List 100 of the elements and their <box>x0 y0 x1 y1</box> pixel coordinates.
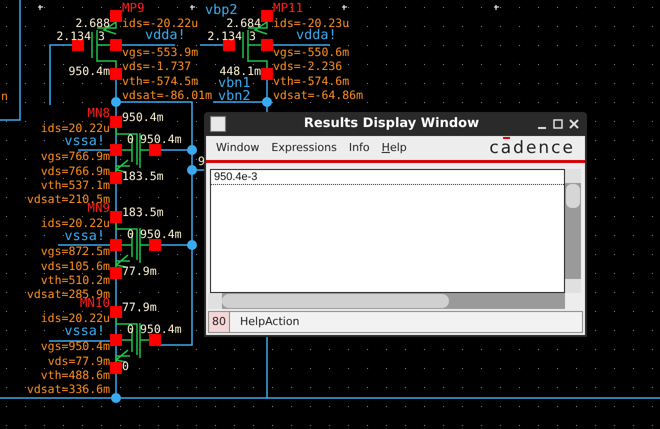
node-voltage: 950.4m <box>68 64 110 78</box>
pin-marker <box>261 10 273 22</box>
pin-marker <box>110 39 122 51</box>
scroll-thumb[interactable] <box>222 294 449 308</box>
scroll-thumb[interactable] <box>566 184 580 208</box>
operating-point-text: vdsat=336.6m <box>26 382 110 396</box>
node-voltage: 183.5m <box>122 205 164 219</box>
menu-item[interactable]: Help <box>382 140 407 156</box>
junction-dot <box>187 240 197 250</box>
junction-dot <box>111 97 121 107</box>
operating-point-text: vgs=-550.6m <box>273 45 350 59</box>
node-voltage: 0 <box>127 132 134 146</box>
operating-point-text: vth=510.2m <box>40 273 110 287</box>
pin-marker <box>149 239 161 251</box>
operating-point-text: vth=488.6m <box>40 368 110 382</box>
junction-dot <box>187 145 197 155</box>
device-name: MP11 <box>273 0 304 15</box>
pin-marker <box>110 116 122 128</box>
operating-point-text: vgs=950.4m <box>40 339 110 353</box>
operating-point-text: vgs=872.5m <box>40 244 110 258</box>
node-voltage: 183.5m <box>122 169 164 183</box>
node-voltage: 2.688 <box>75 16 110 30</box>
pin-marker <box>261 68 273 80</box>
pin-marker <box>223 39 235 51</box>
net-label: vbp2 <box>205 2 238 18</box>
supply-label: vdda! <box>145 27 186 43</box>
origin-cross-icon <box>494 4 500 10</box>
operating-point-text: vds=-1.737 <box>122 59 192 73</box>
device-name: MP9 <box>122 0 145 15</box>
node-voltage: 950.4m <box>140 132 182 146</box>
junction-dot <box>111 393 121 403</box>
vertical-scrollbar[interactable] <box>565 169 581 293</box>
device-name: MN8 <box>87 105 110 120</box>
node-voltage: 950.4m <box>122 110 164 124</box>
operating-point-text: vgs=766.9m <box>40 149 110 163</box>
node-voltage: 77.9m <box>122 264 157 278</box>
node-voltage: 950.4m <box>140 227 182 241</box>
supply-label: vssa! <box>64 228 105 244</box>
status-message: HelpAction <box>239 314 300 330</box>
origin-cross-icon <box>190 4 196 10</box>
operating-point-text: ids=-20.22u <box>122 16 198 30</box>
operating-point-text: vds=105.6m <box>40 259 110 273</box>
window-title: Results Display Window <box>302 115 480 134</box>
pin-marker <box>149 144 161 156</box>
net-label: vbn1 <box>218 75 251 91</box>
origin-cross-icon <box>342 4 348 10</box>
pin-marker <box>72 39 84 51</box>
status-code: 80 <box>209 312 230 332</box>
app-icon <box>210 116 226 132</box>
operating-point-text: ids=20.22u <box>40 311 110 325</box>
operating-point-text: ids=-20.23u <box>273 16 350 30</box>
junction-dot <box>262 97 272 107</box>
result-value[interactable]: 950.4e-3 <box>211 170 564 185</box>
operating-point-text: ids=20.22u <box>40 121 110 135</box>
operating-point-text: vgs=-553.9m <box>122 45 198 59</box>
origin-cross-icon <box>38 4 44 10</box>
operating-point-text: vdsat=-86.01m <box>122 88 212 102</box>
pin-marker <box>261 39 273 51</box>
operating-point-text: ids=20.22u <box>40 216 110 230</box>
horizontal-scrollbar[interactable] <box>208 293 565 309</box>
menu-item[interactable]: Expressions <box>271 140 337 156</box>
pin-marker <box>110 10 122 22</box>
clipped-label: n <box>1 89 8 103</box>
pin-marker <box>110 362 122 374</box>
pin-marker <box>110 239 122 251</box>
pin-marker <box>149 334 161 346</box>
pin-marker <box>110 68 122 80</box>
pin-marker <box>110 211 122 223</box>
pin-marker <box>110 144 122 156</box>
cadence-logo: cadence <box>489 140 575 156</box>
node-voltage: 0 <box>122 359 129 373</box>
operating-point-text: vth=-574.5m <box>122 74 198 88</box>
net-label: vbn2 <box>218 88 251 104</box>
maximize-icon[interactable] <box>553 119 563 129</box>
pin-marker <box>110 267 122 279</box>
node-voltage: 77.9m <box>122 300 157 314</box>
operating-point-text: vdsat=-64.86m <box>273 88 364 102</box>
supply-label: vdda! <box>296 27 337 43</box>
node-voltage: 0 <box>127 227 134 241</box>
close-icon[interactable] <box>569 119 579 129</box>
clipped-label: 9 <box>198 154 205 168</box>
node-voltage: 3 <box>249 29 256 43</box>
junction-dot <box>187 165 197 175</box>
operating-point-text: vds=-2.236 <box>273 59 342 73</box>
operating-point-text: vth=-574.6m <box>273 74 350 88</box>
supply-label: vssa! <box>64 133 105 149</box>
menu-item[interactable]: Info <box>348 140 370 156</box>
node-voltage: 3 <box>98 29 105 43</box>
node-voltage: 2.684 <box>226 16 261 30</box>
supply-label: vssa! <box>64 323 105 339</box>
operating-point-text: vds=77.9m <box>48 354 110 368</box>
pin-marker <box>110 172 122 184</box>
node-voltage: 950.4m <box>140 322 182 336</box>
node-voltage: 2.134 <box>56 29 91 43</box>
menu-item[interactable]: Window <box>216 140 260 156</box>
operating-point-text: vth=537.1m <box>40 178 110 192</box>
pin-marker <box>110 306 122 318</box>
node-voltage: 0 <box>127 322 134 336</box>
pin-marker <box>110 334 122 346</box>
operating-point-text: vds=766.9m <box>40 164 110 178</box>
